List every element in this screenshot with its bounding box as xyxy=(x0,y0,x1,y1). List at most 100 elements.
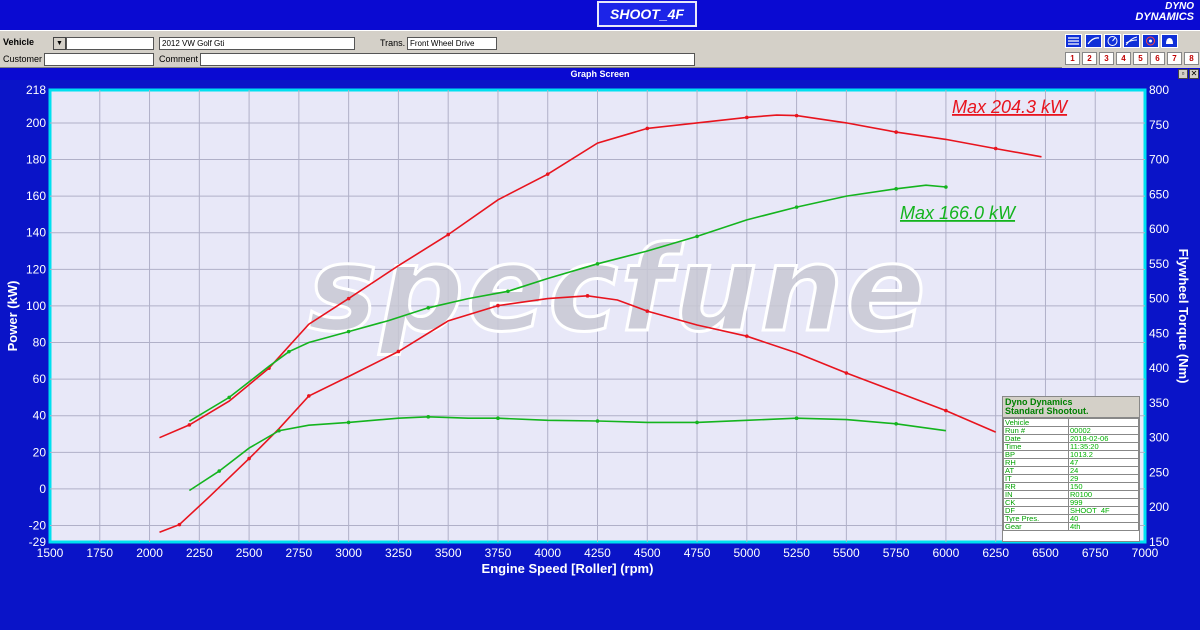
green-torque-point xyxy=(426,415,431,419)
alarm-icon-button[interactable] xyxy=(1161,34,1178,48)
x-tick-label: 6250 xyxy=(982,546,1009,560)
y-tick-label: 80 xyxy=(33,336,47,350)
close-icon[interactable]: ✕ xyxy=(1189,69,1199,79)
y2-tick-label: 350 xyxy=(1149,396,1169,410)
legend-row: AT 24 xyxy=(1003,466,1139,475)
legend-value: 4th xyxy=(1068,522,1139,531)
red-torque-point xyxy=(247,456,251,461)
gauge-icon-button[interactable] xyxy=(1104,34,1121,48)
legend-value: 24 xyxy=(1068,466,1139,475)
y-tick-label: 140 xyxy=(26,226,46,240)
x-axis-label: Engine Speed [Roller] (rpm) xyxy=(482,561,654,576)
legend-key: IN xyxy=(1003,490,1069,499)
legend-row: RR 150 xyxy=(1003,482,1139,491)
toolbar-button-8[interactable]: 8 xyxy=(1184,52,1199,65)
legend-value: 47 xyxy=(1068,458,1139,467)
red-torque-point xyxy=(177,522,182,527)
vehicle-form: Vehicle ▼ 2012 VW Golf Gti Trans. Front … xyxy=(0,30,1062,68)
legend-row: IT 29 xyxy=(1003,474,1139,483)
y2-axis-label: Flywheel Torque (Nm) xyxy=(1176,249,1191,384)
trans-field[interactable]: Front Wheel Drive xyxy=(407,37,497,50)
legend-value: 2018-02-06 xyxy=(1068,434,1139,443)
legend-key: RH xyxy=(1003,458,1069,467)
curve-icon-button[interactable] xyxy=(1085,34,1102,48)
red-power-point xyxy=(993,146,998,151)
vehicle-label: Vehicle xyxy=(3,37,35,47)
red-torque-point xyxy=(396,349,401,354)
y-tick-label: 160 xyxy=(26,189,46,203)
green-torque-point xyxy=(894,421,898,426)
legend-value: SHOOT_4F xyxy=(1068,506,1139,515)
green-power-point xyxy=(426,305,431,310)
dial-icon-button[interactable] xyxy=(1142,34,1159,48)
x-tick-label: 2000 xyxy=(136,546,163,560)
legend-row: Time 11:35:20 xyxy=(1003,442,1139,451)
legend-key: Tyre Pres. xyxy=(1003,514,1069,523)
x-tick-label: 5250 xyxy=(783,546,810,560)
red-power-point xyxy=(346,296,351,301)
toolbar: 1 2 3 4 5 6 7 8 xyxy=(1062,30,1200,68)
legend-title-2: Standard Shootout. xyxy=(1005,406,1089,416)
green-power-point xyxy=(287,349,291,354)
legend-row: Run #00002 xyxy=(1003,426,1139,435)
legend-table: Vehicle Run #00002 Date 2018-02-06 Time 11:35… xyxy=(1003,418,1139,531)
multi-curve-icon-button[interactable] xyxy=(1123,34,1140,48)
y2-tick-label: 700 xyxy=(1149,153,1169,167)
legend-key: Time xyxy=(1003,442,1069,451)
max-green-annotation: Max 166.0 kW xyxy=(900,203,1017,223)
legend-value: 11:35:20 xyxy=(1068,442,1139,451)
x-tick-label: 4500 xyxy=(634,546,661,560)
green-torque-point xyxy=(595,419,600,423)
vehicle-field[interactable]: 2012 VW Golf Gti xyxy=(159,37,355,50)
legend-row: IN R0100 xyxy=(1003,490,1139,499)
red-torque-point xyxy=(585,294,590,298)
toolbar-button-4[interactable]: 4 xyxy=(1116,52,1131,65)
legend-key: DF xyxy=(1003,506,1069,515)
brand-bottom: DYNAMICS xyxy=(1135,11,1194,23)
title-bar: SHOOT_4F DYNO DYNAMICS xyxy=(0,0,1200,30)
green-torque-point xyxy=(695,420,699,425)
toolbar-button-2[interactable]: 2 xyxy=(1082,52,1097,65)
graph-screen-title: Graph Screen xyxy=(0,68,1200,80)
legend-row: Vehicle xyxy=(1003,418,1139,427)
legend-key: RR xyxy=(1003,482,1069,491)
x-tick-label: 4750 xyxy=(684,546,711,560)
watermark-logo: specfune xyxy=(307,220,927,358)
x-tick-label: 6500 xyxy=(1032,546,1059,560)
green-torque-point xyxy=(277,428,281,433)
customer-field[interactable] xyxy=(44,53,154,66)
green-power-point xyxy=(506,289,510,294)
customer-label: Customer xyxy=(3,54,43,64)
toolbar-button-6[interactable]: 6 xyxy=(1150,52,1165,65)
maximize-icon[interactable]: ▫ xyxy=(1178,69,1188,79)
legend-value: R0100 xyxy=(1068,490,1139,499)
comment-label: Comment xyxy=(159,54,199,64)
legend-key: BP xyxy=(1003,450,1069,459)
y-tick-label: 60 xyxy=(33,372,47,386)
legend-row: CK 999 xyxy=(1003,498,1139,507)
vehicle-dropdown-button[interactable]: ▼ xyxy=(53,37,66,50)
legend-key: Date xyxy=(1003,434,1069,443)
list-icon-button[interactable] xyxy=(1065,34,1082,48)
toolbar-button-7[interactable]: 7 xyxy=(1167,52,1182,65)
vehicle-id-field[interactable] xyxy=(66,37,154,50)
comment-field[interactable] xyxy=(200,53,695,66)
y-tick-label: 218 xyxy=(26,83,46,97)
red-torque-point xyxy=(496,303,500,308)
red-torque-point xyxy=(944,408,948,413)
red-power-point xyxy=(446,232,450,237)
x-tick-label: 5000 xyxy=(733,546,760,560)
red-torque-point xyxy=(844,371,849,375)
toolbar-button-5[interactable]: 5 xyxy=(1133,52,1148,65)
legend-value: 1013.2 xyxy=(1068,450,1139,459)
green-power-point xyxy=(595,262,600,266)
y2-tick-label: 650 xyxy=(1149,187,1169,201)
y-tick-label: 0 xyxy=(39,482,46,496)
legend-row: Tyre Pres. 40 xyxy=(1003,514,1139,523)
y-tick-label: 100 xyxy=(26,299,46,313)
y-axis-label: Power (kW) xyxy=(5,281,20,352)
y2-tick-label: 550 xyxy=(1149,257,1169,271)
y-tick-label: 120 xyxy=(26,262,46,276)
toolbar-button-3[interactable]: 3 xyxy=(1099,52,1114,65)
toolbar-button-1[interactable]: 1 xyxy=(1065,52,1080,65)
